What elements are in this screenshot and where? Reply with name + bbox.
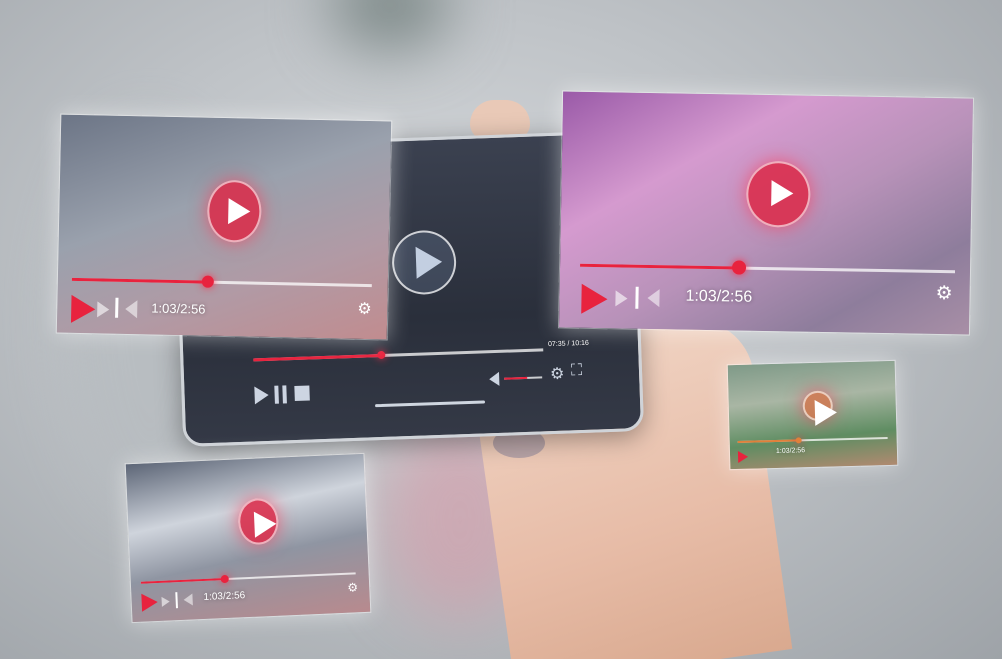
play-icon[interactable] [802,390,834,422]
skip-bar [115,297,119,318]
volume-icon[interactable] [183,593,193,606]
pause-icon[interactable] [274,385,287,404]
settings-icon[interactable]: ⚙ [935,282,952,305]
home-indicator [375,400,486,408]
next-icon[interactable] [97,301,110,318]
time-label: 1:03/2:56 [203,590,246,603]
settings-icon[interactable]: ⚙ [347,580,358,594]
settings-icon[interactable]: ⚙ [357,299,372,319]
play-button[interactable] [581,283,608,315]
phone-time-label: 07:35 / 10:16 [547,339,590,349]
time-label: 1:03/2:56 [685,287,753,306]
video-panel-top-left[interactable]: 1:03/2:56 ⚙ [55,113,393,341]
volume-icon[interactable] [647,288,660,308]
play-button[interactable] [737,450,749,463]
volume-icon[interactable] [125,299,138,319]
phone-volume-fill [504,376,528,380]
phone-play-button[interactable] [254,385,269,405]
volume-icon[interactable] [488,371,500,387]
phone-play-icon[interactable] [391,229,458,296]
phone-seek-fill [253,353,384,362]
bg-glow [330,0,450,50]
time-label: 1:03/2:56 [151,300,206,317]
video-panel-small-right[interactable]: 1:03/2:56 [726,359,899,471]
scene: 07:35 / 10:16 ⚙ ⛶ 1:03/2:56 ⚙ 1:03/2:56 … [0,0,1002,659]
video-panel-top-right[interactable]: 1:03/2:56 ⚙ [557,90,975,336]
play-button[interactable] [141,593,159,612]
phone-seek-knob[interactable] [377,350,386,360]
video-panel-bottom-left[interactable]: 1:03/2:56 ⚙ [124,452,372,624]
stop-icon[interactable] [294,385,310,402]
next-icon[interactable] [161,596,170,607]
skip-bar [635,286,639,309]
phone-volume-bar[interactable] [504,376,543,380]
time-label: 1:03/2:56 [775,447,806,455]
fullscreen-icon[interactable]: ⛶ [571,362,583,380]
play-button[interactable] [70,294,96,324]
next-icon[interactable] [615,290,628,307]
phone-seek-bar[interactable] [253,348,544,362]
settings-icon[interactable]: ⚙ [550,364,565,384]
